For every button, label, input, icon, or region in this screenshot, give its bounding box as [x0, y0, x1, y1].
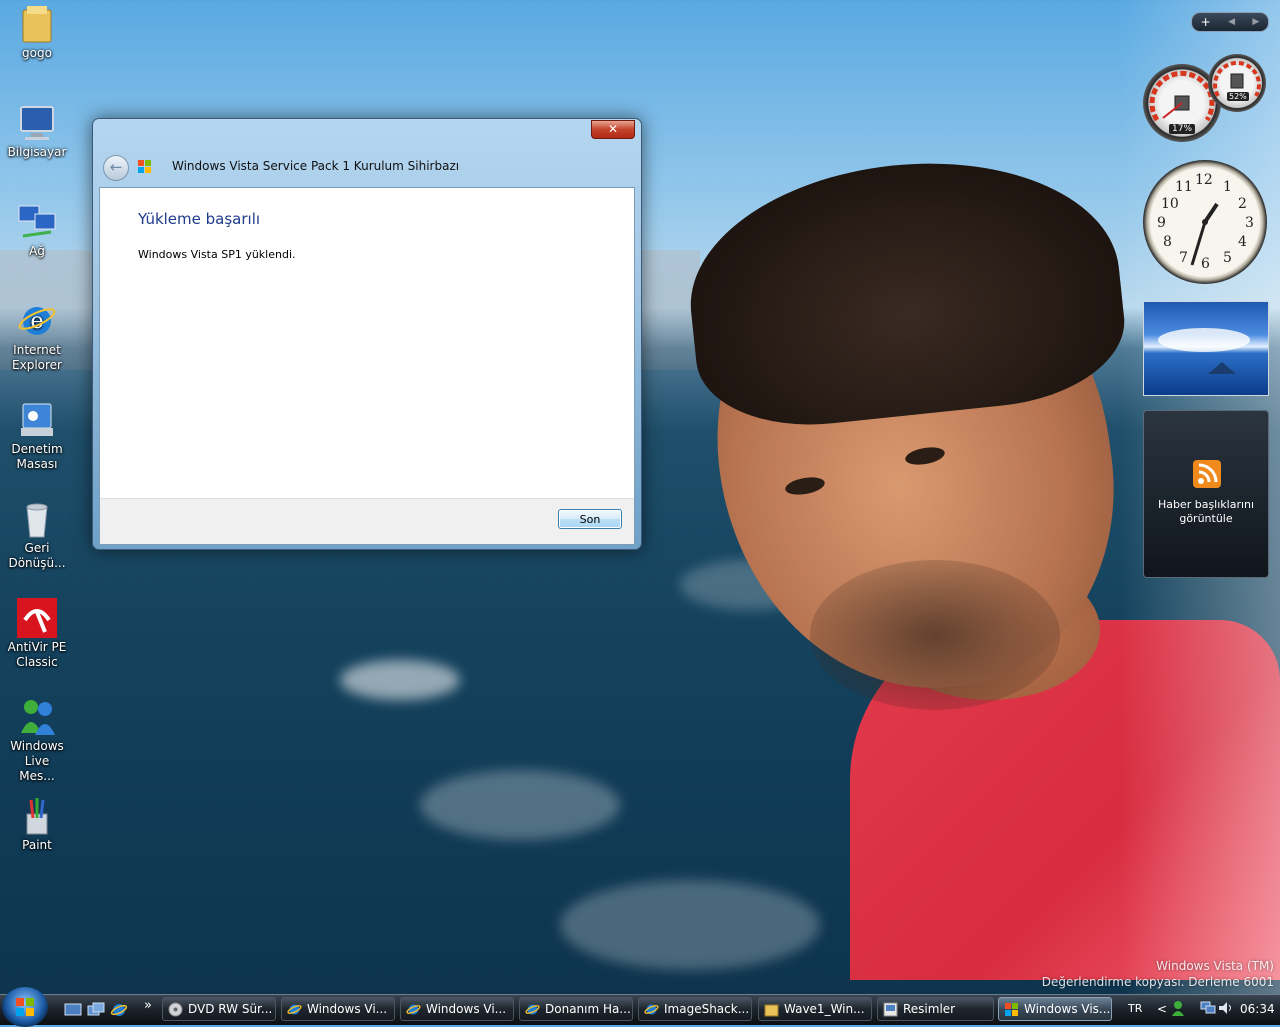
network-tray-icon[interactable]: [1200, 1001, 1216, 1018]
taskbar-button-label: Donanım Ha...: [545, 1002, 631, 1016]
desktop-icon-label: Geri Dönüşü...: [8, 541, 66, 570]
volume-tray-icon[interactable]: [1218, 1001, 1234, 1018]
desktop-icon-label: Denetim Masası: [11, 442, 63, 471]
taskbar-button-label: Resimler: [903, 1002, 956, 1016]
back-button[interactable]: ←: [103, 155, 129, 181]
setup-wizard-window: ✕ ← Windows Vista Service Pack 1 Kurulum…: [92, 118, 642, 550]
start-button[interactable]: [2, 987, 48, 1027]
dvd-drive-icon: [168, 1002, 183, 1017]
desktop-icon-label: Windows Live Mes...: [10, 739, 64, 783]
taskbar-button-label: DVD RW Sür...: [188, 1002, 273, 1016]
taskbar-button-label: Windows Vi...: [307, 1002, 388, 1016]
taskbar-button-ie-window-2[interactable]: Windows Vi...: [400, 997, 514, 1021]
desktop-icon-paint[interactable]: Paint: [6, 796, 68, 853]
windows-flag-icon: [138, 160, 152, 174]
internet-explorer-icon: e: [17, 301, 57, 341]
desktop-icon-antivir[interactable]: AntiVir PE Classic: [6, 598, 68, 670]
internet-explorer-icon: [644, 1002, 659, 1017]
taskbar-button-label: Wave1_Win...: [784, 1002, 865, 1016]
clock-gadget[interactable]: 12 1 2 3 4 5 6 7 8 9 10 11: [1143, 160, 1267, 284]
pictures-icon: [883, 1002, 898, 1017]
desktop-icon-label: Internet Explorer: [12, 343, 62, 372]
network-icon: [17, 202, 57, 242]
windows-flag-icon: [1004, 1002, 1019, 1017]
show-hidden-icons-button[interactable]: <: [1157, 1002, 1167, 1016]
internet-explorer-quicklaunch-icon[interactable]: [110, 1002, 128, 1018]
close-button[interactable]: ✕: [591, 120, 635, 139]
quicklaunch-overflow-button[interactable]: »: [144, 998, 152, 1013]
desktop-icon-control-panel[interactable]: Denetim Masası: [6, 400, 68, 472]
folder-icon: [764, 1002, 779, 1017]
slideshow-gadget[interactable]: [1143, 301, 1269, 396]
taskbar-button-label: ImageShack...: [664, 1002, 750, 1016]
view-headlines-link[interactable]: Haber başlıklarını görüntüle: [1152, 498, 1260, 526]
taskbar-button-dvd-drive[interactable]: DVD RW Sür...: [162, 997, 276, 1021]
notification-area: TR < 06:34: [1120, 995, 1280, 1025]
add-gadget-button[interactable]: +: [1201, 15, 1211, 29]
sidebar-controls: + ◀ ▶: [1191, 12, 1269, 32]
clock-time[interactable]: 06:34: [1240, 1002, 1275, 1016]
next-page-button[interactable]: ▶: [1252, 17, 1259, 27]
watermark-build: Değerlendirme kopyası. Derleme 6001: [1041, 975, 1274, 989]
memory-gauge: 52%: [1208, 54, 1266, 112]
internet-explorer-icon: [525, 1002, 540, 1017]
finish-button[interactable]: Son: [558, 509, 622, 529]
show-desktop-icon[interactable]: [64, 1002, 82, 1018]
desktop-icon-label: AntiVir PE Classic: [7, 640, 67, 669]
desktop-icon-windows-live-messenger[interactable]: Windows Live Mes...: [6, 697, 68, 784]
windows-logo-icon: [16, 998, 34, 1016]
taskbar-button-label: Windows Vi...: [426, 1002, 507, 1016]
cpu-usage-value: 17%: [1169, 124, 1196, 134]
internet-explorer-icon: [287, 1002, 302, 1017]
recycle-bin-icon: [17, 499, 57, 539]
switch-windows-icon[interactable]: [87, 1002, 105, 1018]
control-panel-icon: [17, 400, 57, 440]
internet-explorer-icon: [406, 1002, 421, 1017]
rss-feed-icon: [1193, 460, 1221, 488]
taskbar-button-pictures[interactable]: Resimler: [877, 997, 994, 1021]
messenger-tray-icon[interactable]: [1171, 1000, 1185, 1019]
watermark-product: Windows Vista (TM): [1156, 959, 1274, 973]
folder-icon: [17, 4, 57, 44]
desktop-icon-internet-explorer[interactable]: e Internet Explorer: [6, 301, 68, 373]
desktop-icon-network[interactable]: Ağ: [6, 202, 68, 259]
success-message: Windows Vista SP1 yüklendi.: [138, 248, 296, 261]
evaluation-watermark: Windows Vista (TM) Değerlendirme kopyası…: [1042, 958, 1274, 990]
taskbar: » DVD RW Sür... Windows Vi... Windows Vi…: [0, 987, 1280, 1027]
taskbar-button-ie-window-1[interactable]: Windows Vi...: [281, 997, 395, 1021]
memory-gauge-scale-icon: [1213, 60, 1261, 98]
wizard-content: Yükleme başarılı Windows Vista SP1 yükle…: [99, 187, 635, 545]
desktop-icon-label: gogo: [22, 46, 52, 60]
memory-usage-value: 52%: [1227, 92, 1249, 101]
desktop-icon-label: Bilgisayar: [7, 145, 67, 159]
desktop-icon-recycle-bin[interactable]: Geri Dönüşü...: [6, 499, 68, 571]
computer-icon: [17, 103, 57, 143]
previous-page-button[interactable]: ◀: [1228, 17, 1235, 27]
paint-icon: [17, 796, 57, 836]
language-indicator[interactable]: TR: [1128, 1002, 1142, 1015]
desktop-icon-label: Paint: [22, 838, 52, 852]
background-wave: [420, 770, 620, 840]
slideshow-photo-icon: [1158, 328, 1250, 374]
taskbar-button-sp1-setup[interactable]: Windows Vis...: [998, 997, 1112, 1021]
taskbar-button-label: Windows Vis...: [1024, 1002, 1111, 1016]
wizard-footer: Son: [100, 498, 634, 544]
feed-headlines-gadget[interactable]: Haber başlıklarını görüntüle: [1143, 410, 1269, 578]
wallpaper-person-beard: [810, 560, 1060, 710]
taskbar-button-ie-window-4[interactable]: ImageShack...: [638, 997, 752, 1021]
taskbar-button-ie-window-3[interactable]: Donanım Ha...: [519, 997, 633, 1021]
messenger-icon: [17, 697, 57, 737]
window-title: Windows Vista Service Pack 1 Kurulum Sih…: [172, 159, 460, 173]
taskbar-button-folder[interactable]: Wave1_Win...: [758, 997, 872, 1021]
desktop-icon-label: Ağ: [29, 244, 45, 258]
desktop-icon-computer[interactable]: Bilgisayar: [6, 103, 68, 160]
desktop-icon-gogo[interactable]: gogo: [6, 4, 68, 61]
clock-hands-icon: [1190, 202, 1219, 266]
success-heading: Yükleme başarılı: [138, 210, 261, 228]
antivir-umbrella-icon: [17, 598, 57, 638]
background-wave: [340, 660, 460, 700]
